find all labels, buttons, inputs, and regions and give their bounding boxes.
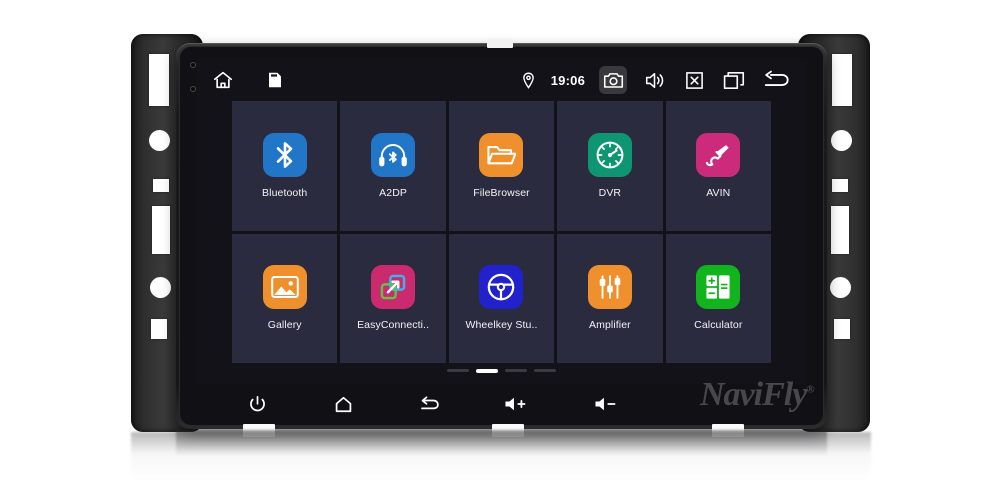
gauge-icon xyxy=(587,132,632,177)
volume-icon[interactable] xyxy=(641,67,667,93)
app-tile-bluetooth[interactable]: Bluetooth xyxy=(232,101,338,231)
bracket-slot xyxy=(831,206,849,254)
bracket-slot xyxy=(153,179,169,192)
calculator-icon xyxy=(696,265,741,310)
camera-icon[interactable] xyxy=(599,66,627,94)
app-label: EasyConnecti.. xyxy=(357,319,430,332)
bezel-tab-bottom xyxy=(243,424,275,437)
bracket-slot xyxy=(832,54,852,106)
page-dot[interactable] xyxy=(534,369,556,372)
power-key[interactable] xyxy=(244,391,270,417)
bracket-slot xyxy=(151,319,167,339)
page-dot-active[interactable] xyxy=(476,369,498,373)
app-label: Gallery xyxy=(267,319,302,332)
status-bar: 19:06 xyxy=(196,59,807,101)
touchscreen[interactable]: 19:06 Bluetooth A2DP FileBrowser DVR AVI… xyxy=(196,59,807,384)
app-label: Calculator xyxy=(694,319,743,332)
folder-icon xyxy=(479,132,524,177)
page-indicator[interactable] xyxy=(196,369,807,373)
bluetooth-icon xyxy=(262,132,307,177)
bezel-tab-bottom xyxy=(712,424,744,437)
app-tile-gallery[interactable]: Gallery xyxy=(232,233,338,363)
bracket-hole xyxy=(150,277,171,298)
bracket-hole xyxy=(830,277,851,298)
surface-reflection xyxy=(131,432,871,480)
photo-icon xyxy=(262,265,307,310)
page-dot[interactable] xyxy=(447,369,469,372)
page-dot[interactable] xyxy=(505,369,527,372)
app-tile-filebrowser[interactable]: FileBrowser xyxy=(448,101,555,231)
status-time: 19:06 xyxy=(550,72,585,88)
screen-mirror-icon xyxy=(371,265,416,310)
bezel-tab-top xyxy=(487,38,513,48)
app-label: Wheelkey Stu.. xyxy=(465,319,538,332)
app-tile-avin[interactable]: AVIN xyxy=(665,101,771,231)
close-x-icon[interactable] xyxy=(681,67,707,93)
volume-down-key[interactable] xyxy=(592,391,622,417)
bracket-hole xyxy=(831,130,852,151)
home-key[interactable] xyxy=(330,391,356,417)
app-tile-calculator[interactable]: Calculator xyxy=(665,233,771,363)
sdcard-icon[interactable] xyxy=(262,67,288,93)
audio-plug-icon xyxy=(696,132,741,177)
recent-apps-icon[interactable] xyxy=(721,67,747,93)
bracket-hole xyxy=(149,130,170,151)
volume-up-key[interactable] xyxy=(502,391,532,417)
steering-wheel-icon xyxy=(479,265,524,310)
app-tile-wheelkey-study[interactable]: Wheelkey Stu.. xyxy=(448,233,555,363)
app-tile-a2dp[interactable]: A2DP xyxy=(340,101,446,231)
bracket-slot xyxy=(152,206,170,254)
app-label: FileBrowser xyxy=(473,186,530,199)
hardkey-bar xyxy=(196,386,807,422)
home-icon[interactable] xyxy=(210,67,236,93)
bracket-slot xyxy=(834,319,850,339)
app-label: DVR xyxy=(598,186,622,199)
back-arrow-icon[interactable] xyxy=(761,67,793,93)
app-grid: Bluetooth A2DP FileBrowser DVR AVIN Gall… xyxy=(196,101,807,363)
location-pin-icon xyxy=(521,67,537,93)
screenshot-root: MIC RST xyxy=(0,0,1000,500)
app-label: A2DP xyxy=(379,186,408,199)
app-tile-amplifier[interactable]: Amplifier xyxy=(557,233,663,363)
bluetooth-headset-icon xyxy=(371,132,416,177)
app-label: AVIN xyxy=(706,186,731,199)
app-tile-easyconnection[interactable]: EasyConnecti.. xyxy=(340,233,446,363)
bracket-slot xyxy=(149,54,169,106)
bracket-slot xyxy=(832,179,848,192)
back-key[interactable] xyxy=(416,391,442,417)
equalizer-icon xyxy=(587,265,632,310)
app-label: Bluetooth xyxy=(262,186,308,199)
app-tile-dvr[interactable]: DVR xyxy=(557,101,663,231)
app-label: Amplifier xyxy=(589,319,631,332)
bezel-tab-bottom xyxy=(492,424,524,437)
